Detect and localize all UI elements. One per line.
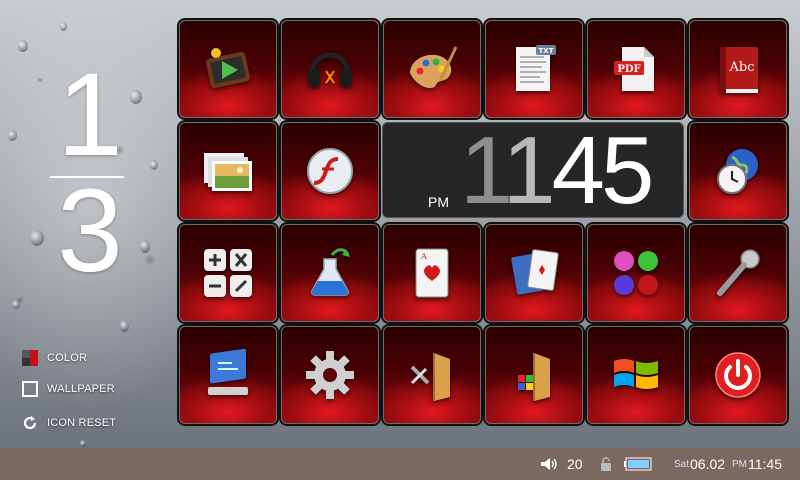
wallpaper-frame-icon — [22, 381, 38, 397]
icon-reset-button[interactable]: ICON RESET — [22, 415, 116, 431]
app-tile-science[interactable] — [281, 224, 379, 322]
status-bar: 20 Sat 06.02 PM 11:45 — [0, 448, 800, 480]
world-clock-icon — [717, 149, 758, 194]
windows-logo-icon — [614, 359, 658, 389]
settings-gear-icon — [306, 351, 354, 399]
power-button-icon — [715, 352, 761, 398]
flash-player-icon — [307, 148, 353, 194]
paint-palette-icon — [410, 46, 458, 89]
svg-text:Abc: Abc — [729, 60, 755, 75]
calculator-icon — [204, 249, 252, 297]
microphone-icon — [717, 249, 760, 296]
bubble-game-icon — [614, 251, 658, 295]
app-tile-bubbles[interactable] — [587, 224, 685, 322]
app-tile-dictionary[interactable]: Abc — [689, 20, 787, 118]
app-tile-windows[interactable] — [587, 326, 685, 424]
status-time: 11:45 — [748, 456, 782, 472]
clock-hour-ones: 1 — [502, 117, 555, 224]
science-flask-icon — [311, 248, 350, 296]
app-tile-settings[interactable] — [281, 326, 379, 424]
video-player-icon — [206, 48, 250, 89]
app-tile-control-panel[interactable] — [179, 326, 277, 424]
svg-text:TXT: TXT — [539, 47, 554, 55]
total-page-number: 3 — [57, 165, 123, 297]
app-tile-paint[interactable] — [383, 20, 481, 118]
playing-card-icon: A — [415, 248, 449, 298]
app-tile-calculator[interactable] — [179, 224, 277, 322]
clock-hour-tens: 1 — [460, 117, 506, 224]
app-tile-card-games[interactable] — [485, 224, 583, 322]
app-tile-voice-recorder[interactable] — [689, 224, 787, 322]
volume-level: 20 — [567, 456, 583, 472]
control-panel-icon — [208, 348, 248, 395]
app-tile-tools[interactable] — [383, 326, 481, 424]
wallpaper-button[interactable]: WALLPAPER — [22, 381, 115, 397]
color-label: COLOR — [47, 352, 88, 364]
app-tile-pdf[interactable]: PDF — [587, 20, 685, 118]
clock-widget[interactable]: 1145 PM — [382, 117, 684, 224]
dictionary-book-icon: Abc — [720, 47, 758, 93]
app-tile-gallery[interactable] — [179, 122, 277, 220]
battery-icon — [624, 448, 652, 480]
current-page-number: 1 — [57, 49, 123, 181]
clock-minutes: 45 — [551, 117, 655, 224]
photo-gallery-icon — [204, 153, 252, 191]
svg-text:A: A — [420, 252, 427, 261]
svg-text:PDF: PDF — [617, 64, 640, 75]
txt-document-icon: TXT — [516, 45, 556, 91]
app-tile-text-editor[interactable]: TXT — [485, 20, 583, 118]
lock-icon[interactable] — [600, 448, 612, 480]
wallpaper-label: WALLPAPER — [47, 383, 115, 395]
volume-icon[interactable] — [540, 448, 558, 480]
app-tile-programs[interactable] — [485, 326, 583, 424]
pdf-document-icon: PDF — [614, 47, 654, 91]
card-games-icon — [511, 249, 559, 295]
clock-digits: 1145 — [460, 116, 655, 226]
app-tile-grid: TXT PDF Abc 1145 PM A — [177, 18, 800, 430]
app-tile-video[interactable] — [179, 20, 277, 118]
status-date: 06.02 — [690, 456, 726, 472]
color-button[interactable]: COLOR — [22, 350, 87, 366]
tools-folder-icon — [410, 353, 450, 401]
programs-folder-icon — [518, 353, 550, 401]
music-headphones-icon — [308, 52, 352, 87]
color-swatch-icon — [22, 350, 38, 366]
app-tile-power[interactable] — [689, 326, 787, 424]
app-tile-music[interactable] — [281, 20, 379, 118]
icon-reset-label: ICON RESET — [47, 417, 117, 429]
app-tile-world-clock[interactable] — [689, 122, 787, 220]
app-tile-flash[interactable] — [281, 122, 379, 220]
app-tile-solitaire[interactable]: A — [383, 224, 481, 322]
refresh-icon — [22, 415, 38, 431]
status-ampm: PM — [732, 458, 747, 470]
status-day: Sat — [674, 458, 690, 470]
clock-ampm: PM — [428, 194, 449, 210]
